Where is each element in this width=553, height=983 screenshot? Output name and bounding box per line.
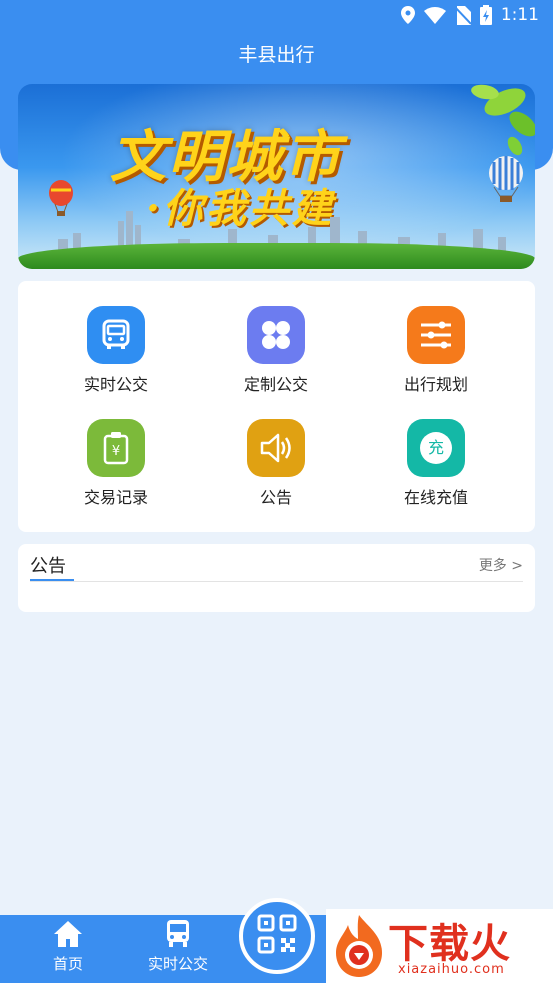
func-label: 公告 <box>259 488 292 507</box>
receipt-icon: ¥ <box>87 419 145 477</box>
recharge-badge: 充 <box>420 432 452 464</box>
banner-grass <box>18 243 535 269</box>
no-sim-icon <box>454 5 471 25</box>
sliders-icon <box>407 306 465 364</box>
func-transaction-records[interactable]: ¥ 交易记录 <box>36 419 196 508</box>
qr-code-button[interactable] <box>239 898 315 974</box>
grid-clover-icon <box>247 306 305 364</box>
func-online-recharge[interactable]: 充 在线充值 <box>356 419 516 508</box>
watermark: 下载火 xiazaihuo.com <box>326 909 553 983</box>
recharge-icon: 充 <box>407 419 465 477</box>
func-trip-planning[interactable]: 出行规划 <box>356 306 516 395</box>
status-bar: 1:11 <box>0 0 553 32</box>
page-title: 丰县出行 <box>238 44 315 66</box>
notice-tab-indicator <box>30 579 74 581</box>
qr-code-icon <box>257 914 297 958</box>
watermark-text: 下载火 <box>388 921 511 967</box>
home-icon <box>48 919 88 951</box>
func-label: 出行规划 <box>403 375 468 394</box>
flame-logo-icon <box>336 915 382 977</box>
nav-label: 实时公交 <box>147 955 208 973</box>
location-icon <box>400 6 415 24</box>
nav-realtime-bus[interactable]: 实时公交 <box>143 919 213 974</box>
bus-icon <box>143 919 213 951</box>
notice-tab[interactable]: 公告 <box>30 552 66 578</box>
speaker-icon <box>247 419 305 477</box>
func-custom-bus[interactable]: 定制公交 <box>196 306 356 395</box>
nav-label: 首页 <box>52 955 83 973</box>
nav-home[interactable]: 首页 <box>48 919 88 974</box>
bus-icon <box>87 306 145 364</box>
wifi-icon <box>423 6 446 24</box>
svg-text:¥: ¥ <box>112 444 120 459</box>
func-label: 在线充值 <box>403 488 468 507</box>
func-notice[interactable]: 公告 <box>196 419 356 508</box>
notice-card: 公告 更多 > <box>18 544 535 612</box>
func-label: 实时公交 <box>83 375 148 394</box>
status-time: 1:11 <box>500 5 539 25</box>
hot-air-balloon-right <box>489 156 523 202</box>
banner[interactable]: 文明城市 ·你我共建 <box>18 84 535 269</box>
func-label: 交易记录 <box>83 488 148 507</box>
func-realtime-bus[interactable]: 实时公交 <box>36 306 196 395</box>
battery-icon <box>479 5 492 25</box>
notice-divider <box>30 581 523 582</box>
function-grid: 实时公交 定制公交 出行规划 ¥ 交易记录 公告 充 在线充值 <box>18 281 535 532</box>
func-label: 定制公交 <box>243 375 308 394</box>
notice-more-link[interactable]: 更多 > <box>479 555 523 575</box>
watermark-url: xiazaihuo.com <box>398 962 505 977</box>
